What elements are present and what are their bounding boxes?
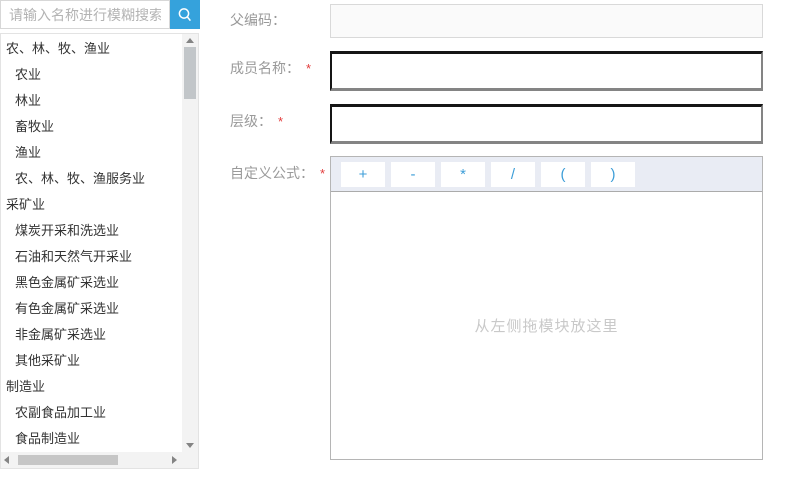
- list-item[interactable]: 煤炭开采和洗选业: [1, 218, 181, 244]
- member-name-label-text: 成员名称：: [230, 60, 300, 76]
- list-item[interactable]: 非金属矿采选业: [1, 322, 181, 348]
- formula-builder-panel: +-*/() 从左侧拖模块放这里: [330, 156, 763, 460]
- scroll-right-icon[interactable]: [172, 456, 177, 464]
- dropzone-hint: 从左侧拖模块放这里: [474, 315, 618, 336]
- industry-tree: 农、林、牧、渔业农业林业畜牧业渔业农、林、牧、渔服务业采矿业煤炭开采和洗选业石油…: [1, 36, 181, 451]
- level-input[interactable]: [330, 104, 763, 144]
- parent-code-label: 父编码：: [230, 10, 286, 30]
- formula-label: 自定义公式： *: [230, 163, 325, 183]
- list-item[interactable]: 其他采矿业: [1, 348, 181, 374]
- parent-code-input[interactable]: [330, 4, 763, 38]
- scroll-down-icon[interactable]: [186, 443, 194, 448]
- list-item[interactable]: 畜牧业: [1, 114, 181, 140]
- list-item[interactable]: 制造业: [1, 374, 181, 400]
- operator-open-paren-button[interactable]: (: [541, 162, 585, 187]
- horizontal-scrollbar[interactable]: [1, 452, 182, 468]
- operator-toolbar: +-*/(): [331, 157, 762, 192]
- vertical-scrollbar[interactable]: [182, 34, 198, 452]
- list-item[interactable]: 农副食品加工业: [1, 400, 181, 426]
- required-asterisk: *: [306, 61, 311, 76]
- search-icon: [177, 7, 193, 23]
- required-asterisk: *: [278, 114, 283, 129]
- horizontal-scroll-thumb[interactable]: [18, 455, 118, 465]
- search-button[interactable]: [170, 0, 200, 29]
- operator-divide-button[interactable]: /: [491, 162, 535, 187]
- industry-tree-panel: 农、林、牧、渔业农业林业畜牧业渔业农、林、牧、渔服务业采矿业煤炭开采和洗选业石油…: [0, 33, 199, 469]
- search-input[interactable]: [0, 0, 170, 29]
- required-asterisk: *: [320, 166, 325, 181]
- operator-minus-button[interactable]: -: [391, 162, 435, 187]
- operator-multiply-button[interactable]: *: [441, 162, 485, 187]
- vertical-scroll-thumb[interactable]: [184, 47, 196, 99]
- list-item[interactable]: 农、林、牧、渔业: [1, 36, 181, 62]
- list-item[interactable]: 食品制造业: [1, 426, 181, 451]
- formula-label-text: 自定义公式：: [230, 165, 314, 181]
- scrollbar-corner: [182, 452, 198, 468]
- operator-plus-button[interactable]: +: [341, 162, 385, 187]
- scroll-left-icon[interactable]: [4, 456, 9, 464]
- list-item[interactable]: 农业: [1, 62, 181, 88]
- list-item[interactable]: 有色金属矿采选业: [1, 296, 181, 322]
- list-item[interactable]: 石油和天然气开采业: [1, 244, 181, 270]
- list-item[interactable]: 黑色金属矿采选业: [1, 270, 181, 296]
- level-label: 层级： *: [230, 111, 283, 131]
- list-item[interactable]: 采矿业: [1, 192, 181, 218]
- operator-close-paren-button[interactable]: ): [591, 162, 635, 187]
- formula-dropzone[interactable]: 从左侧拖模块放这里: [331, 192, 762, 459]
- scroll-up-icon[interactable]: [186, 38, 194, 43]
- parent-code-label-text: 父编码：: [230, 12, 286, 28]
- member-name-label: 成员名称： *: [230, 58, 311, 78]
- member-name-input[interactable]: [330, 51, 763, 91]
- list-item[interactable]: 林业: [1, 88, 181, 114]
- list-item[interactable]: 农、林、牧、渔服务业: [1, 166, 181, 192]
- list-item[interactable]: 渔业: [1, 140, 181, 166]
- level-label-text: 层级：: [230, 113, 272, 129]
